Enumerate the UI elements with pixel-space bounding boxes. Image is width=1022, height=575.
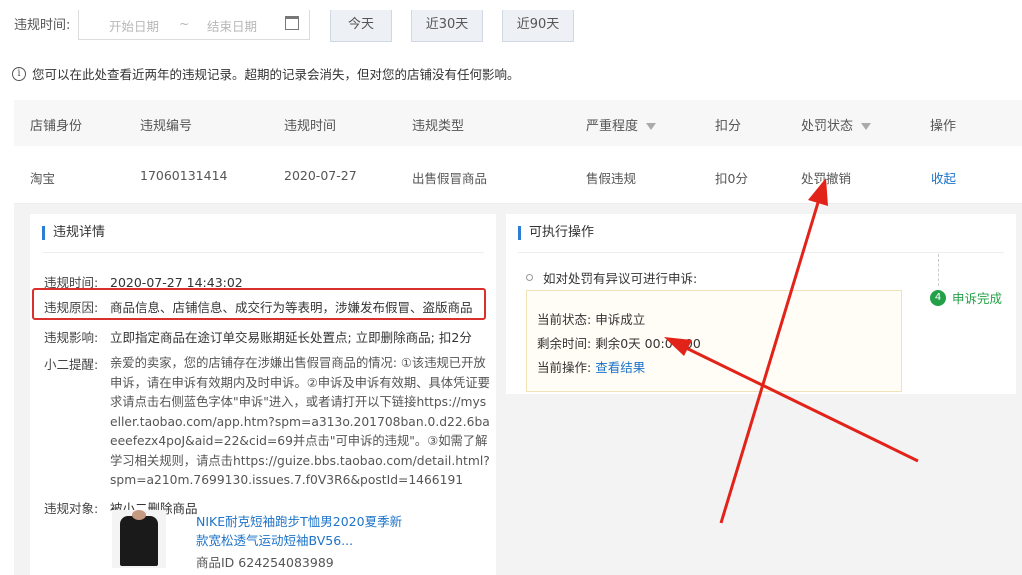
appeal-remain-row: 剩余时间: 剩余0天 00:00:00 — [537, 333, 701, 352]
col-severity[interactable]: 严重程度 — [586, 115, 657, 134]
detail-tip-value: 亲爱的卖家，您的店铺存在涉嫌出售假冒商品的情况: ①该违规已开放申诉，请在申诉有… — [110, 356, 490, 487]
col-shop: 店铺身份 — [30, 119, 83, 134]
detail-reason-value: 商品信息、店铺信息、成交行为等表明，涉嫌发布假冒、盗版商品 — [110, 300, 473, 315]
last-30-days-button[interactable]: 近30天 — [411, 10, 483, 42]
cell-severity: 售假违规 — [586, 171, 637, 186]
step-label: 申诉完成 — [952, 291, 1003, 306]
start-date-placeholder: 开始日期 — [109, 19, 160, 34]
last-90-days-button[interactable]: 近90天 — [502, 10, 574, 42]
product-thumbnail[interactable] — [112, 510, 166, 568]
end-date-placeholder: 结束日期 — [207, 19, 258, 34]
col-violation-type: 违规类型 — [412, 119, 465, 134]
appeal-question-text: 如对处罚有异议可进行申诉: — [543, 271, 698, 286]
timeline-dot-icon — [526, 274, 533, 281]
appeal-status-label: 当前状态: — [537, 312, 592, 327]
violation-detail-title: 违规详情 — [42, 226, 105, 240]
detail-object-label: 违规对象: — [44, 501, 99, 516]
violation-time-label: 违规时间: — [14, 18, 71, 33]
col-violation-time: 违规时间 — [284, 119, 337, 134]
appeal-status-box: 当前状态: 申诉成立 剩余时间: 剩余0天 00:00:00 当前操作: 查看结… — [526, 290, 902, 392]
today-button[interactable]: 今天 — [330, 10, 392, 42]
info-icon: i — [12, 66, 26, 81]
cell-violation-time: 2020-07-27 — [284, 168, 357, 183]
col-penalty-status[interactable]: 处罚状态 — [801, 115, 872, 134]
col-status-label: 处罚状态 — [801, 119, 854, 134]
timeline-connector — [938, 254, 939, 286]
col-action: 操作 — [930, 119, 957, 134]
appeal-op-row: 当前操作: 查看结果 — [537, 357, 645, 376]
cell-penalty-status: 处罚撤销 — [801, 171, 852, 186]
filter-icon[interactable] — [646, 123, 657, 130]
table-header: 店铺身份 违规编号 违规时间 违规类型 严重程度 扣分 处罚状态 操作 — [14, 100, 1022, 146]
collapse-link[interactable]: 收起 — [931, 168, 956, 187]
appeal-complete-step: 4 申诉完成 — [930, 288, 1002, 307]
date-range-picker[interactable]: 开始日期 ~ 结束日期 — [78, 10, 310, 40]
col-points: 扣分 — [715, 119, 742, 134]
appeal-status-value: 申诉成立 — [595, 312, 646, 327]
detail-reason-label: 违规原因: — [44, 300, 99, 315]
appeal-remain-value: 剩余0天 00:00:00 — [595, 336, 701, 351]
detail-tip-label-row: 小二提醒: — [44, 354, 110, 373]
filter-bar: 违规时间: 开始日期 ~ 结束日期 今天 近30天 近90天 — [0, 0, 1022, 44]
cell-shop: 淘宝 — [30, 171, 56, 186]
records-notice: i 您可以在此处查看近两年的违规记录。超期的记录会消失，但对您的店铺没有任何影响… — [12, 64, 520, 83]
step-number-badge: 4 — [930, 289, 946, 306]
table-row: 淘宝 17060131414 2020-07-27 出售假冒商品 售假违规 扣0… — [14, 146, 1022, 204]
detail-tip-label: 小二提醒: — [44, 357, 99, 372]
appeal-status-row: 当前状态: 申诉成立 — [537, 309, 645, 328]
cell-violation-type: 出售假冒商品 — [412, 171, 488, 186]
detail-panel: 违规详情 违规时间: 2020-07-27 14:43:02 违规原因: 商品信息、… — [14, 204, 1022, 575]
divider — [518, 252, 1004, 253]
notice-text: 您可以在此处查看近两年的违规记录。超期的记录会消失，但对您的店铺没有任何影响。 — [32, 67, 520, 82]
product-name-link[interactable]: NIKE耐克短袖跑步T恤男2020夏季新款宽松透气运动短袖BV56... — [196, 512, 406, 550]
detail-impact-value: 立即指定商品在途订单交易账期延长处置点; 立即删除商品; 扣2分 — [110, 330, 472, 345]
calendar-icon[interactable] — [285, 16, 299, 30]
appeal-op-label: 当前操作: — [537, 360, 592, 375]
tshirt-image — [120, 516, 158, 566]
available-actions-title: 可执行操作 — [518, 226, 594, 240]
view-result-link[interactable]: 查看结果 — [595, 360, 645, 375]
cell-points: 扣0分 — [715, 171, 748, 186]
col-violation-id: 违规编号 — [140, 119, 193, 134]
available-actions-card: 可执行操作 如对处罚有异议可进行申诉: 当前状态: 申诉成立 剩余时间: 剩余0… — [506, 214, 1016, 394]
product-id: 商品ID 624254083989 — [196, 555, 334, 570]
model-head — [132, 510, 146, 520]
col-severity-label: 严重程度 — [586, 119, 639, 134]
appeal-remain-label: 剩余时间: — [537, 336, 592, 351]
filter-icon[interactable] — [861, 123, 872, 130]
detail-impact-label: 违规影响: — [44, 330, 99, 345]
detail-reason-row: 违规原因: 商品信息、店铺信息、成交行为等表明，涉嫌发布假冒、盗版商品 — [44, 297, 473, 316]
date-separator: ~ — [179, 16, 190, 31]
divider — [42, 252, 484, 253]
appeal-question: 如对处罚有异议可进行申诉: — [526, 268, 697, 287]
cell-violation-id: 17060131414 — [140, 168, 228, 183]
violation-detail-card: 违规详情 违规时间: 2020-07-27 14:43:02 违规原因: 商品信息、… — [30, 214, 496, 575]
detail-impact-row: 违规影响: 立即指定商品在途订单交易账期延长处置点; 立即删除商品; 扣2分 — [44, 327, 472, 346]
